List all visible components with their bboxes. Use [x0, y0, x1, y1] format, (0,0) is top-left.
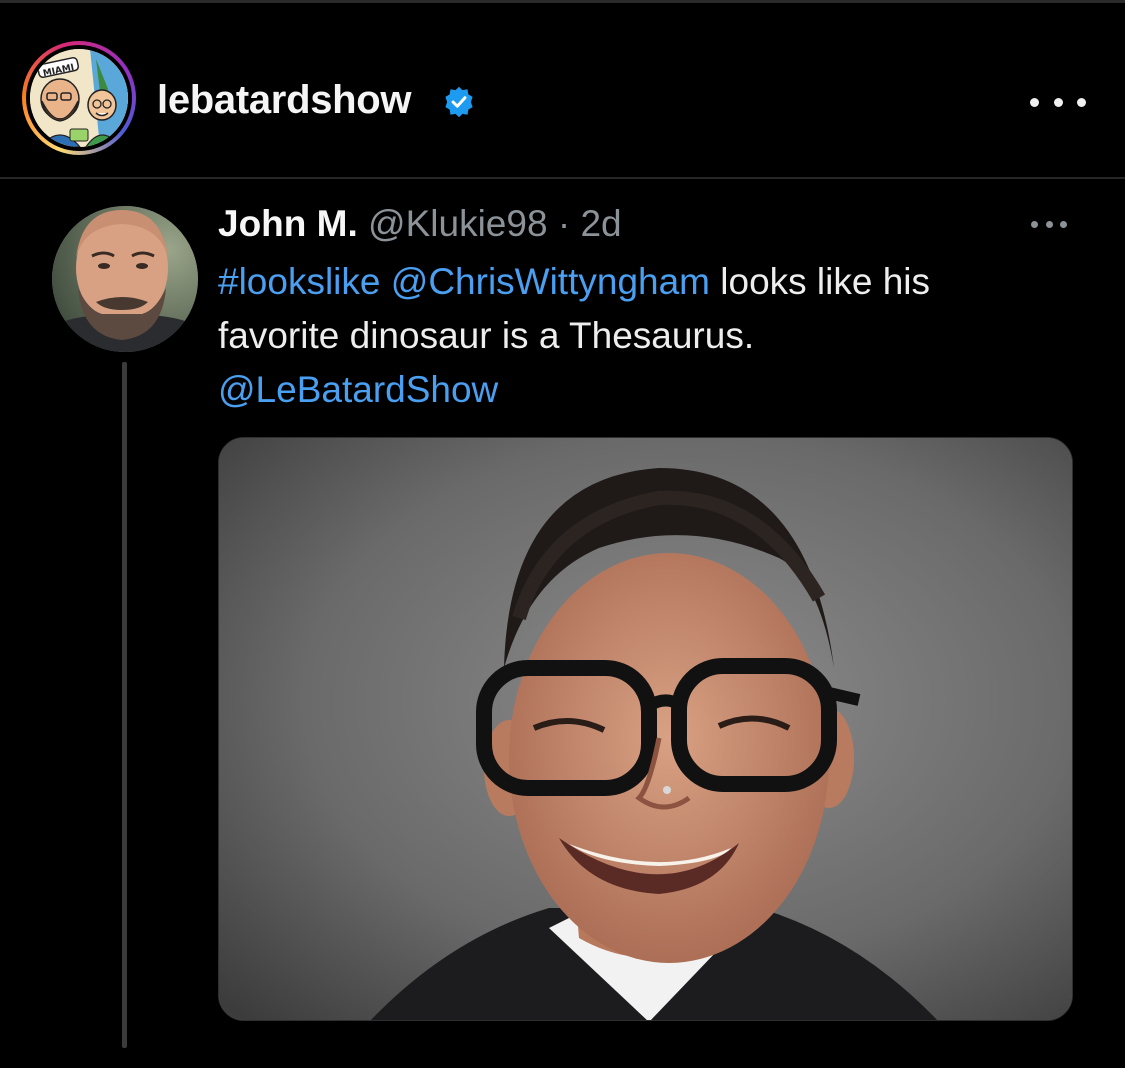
verified-badge-icon: [445, 86, 473, 118]
thread-line: [122, 362, 127, 1048]
portrait-photo: [219, 438, 1072, 1020]
user-handle[interactable]: @Klukie98: [368, 203, 548, 244]
profile-avatar-story-ring[interactable]: MIAMI: [22, 41, 136, 155]
display-name[interactable]: John M.: [218, 203, 358, 244]
tweet-text-part2: favorite dinosaur is a Thesaurus.: [218, 315, 755, 356]
tweet-text-part1: looks like his: [720, 261, 931, 302]
mention-link[interactable]: @ChrisWittyngham: [391, 261, 710, 302]
dot: [1060, 221, 1067, 228]
tweet-text: #lookslike @ChrisWittyngham looks like h…: [218, 255, 1078, 417]
username[interactable]: lebatardshow: [157, 77, 412, 123]
avatar-gap: MIAMI: [26, 45, 132, 151]
tweet-author-avatar[interactable]: [52, 206, 198, 352]
timestamp[interactable]: 2d: [580, 203, 621, 244]
cartoon-hosts-avatar: MIAMI: [30, 49, 128, 147]
mention-link-2[interactable]: @LeBatardShow: [218, 369, 498, 410]
more-horizontal-icon[interactable]: [1030, 87, 1086, 117]
dot: [1031, 221, 1038, 228]
profile-avatar[interactable]: MIAMI: [30, 49, 128, 147]
post-header: MIAMI lebatardshow: [0, 3, 1125, 177]
dot: [1030, 97, 1039, 107]
tweet-image[interactable]: [218, 437, 1073, 1021]
tweet-header: John M. @Klukie98 · 2d: [218, 201, 622, 247]
embedded-tweet: John M. @Klukie98 · 2d #lookslike @Chris…: [0, 179, 1125, 1068]
separator: ·: [557, 203, 571, 244]
author-photo: [52, 206, 198, 352]
dot: [1045, 221, 1053, 228]
dot: [1053, 97, 1063, 107]
tweet-more-icon[interactable]: [1031, 221, 1067, 231]
dot: [1077, 97, 1086, 107]
hashtag-link[interactable]: #lookslike: [218, 261, 380, 302]
